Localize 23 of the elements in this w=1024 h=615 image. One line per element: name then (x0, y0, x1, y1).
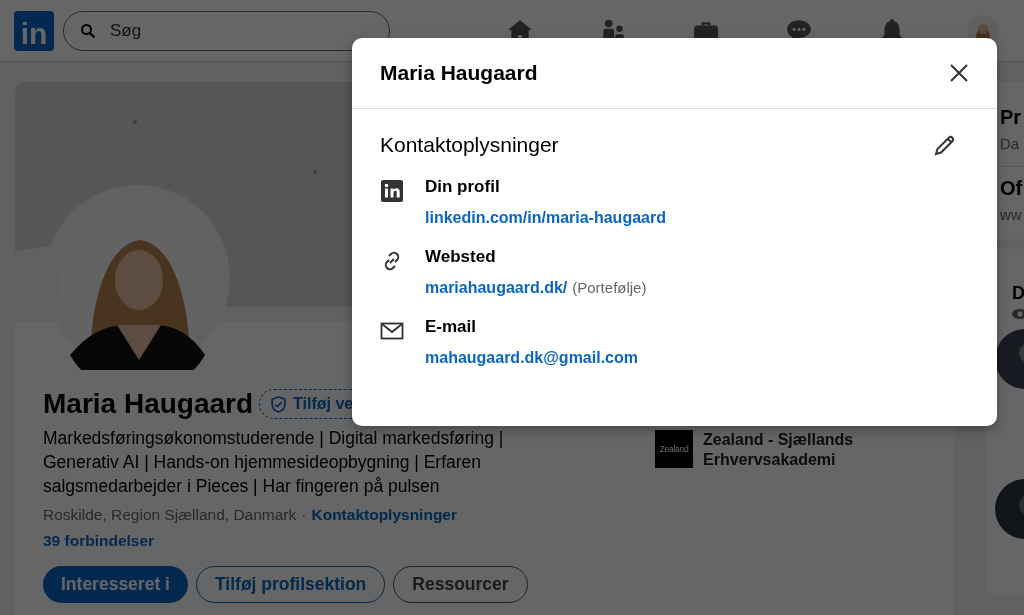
profile-name: Maria Haugaard (43, 388, 254, 420)
side-subtitle: ww (1000, 206, 1023, 223)
shield-icon (270, 395, 288, 413)
connections-link[interactable]: 39 forbindelser (43, 532, 643, 550)
profile-action-button[interactable]: Interesseret i (43, 566, 188, 603)
dialog-title: Maria Haugaard (380, 61, 538, 85)
school-name[interactable]: Zealand - Sjællands Erhvervsakademi (703, 430, 903, 470)
profile-action-button[interactable]: Tilføj profilsektion (195, 566, 386, 603)
profile-headline: Markedsføringsøkonomstuderende | Digital markedsføring | Generativ AI | Hands-on hjemmesideopbygning | Erfaren salgsmedarbejder i Pieces | Har fingeren på pulsen (43, 427, 505, 498)
linkedin-logo[interactable]: in (14, 10, 54, 51)
profile-action-button[interactable]: Ressourcer (393, 566, 528, 603)
location-text: Roskilde, Region Sjælland, Danmark (43, 506, 297, 524)
side-subtitle: Da (1000, 135, 1021, 152)
school-logo[interactable]: Zealand (655, 430, 693, 468)
search-field[interactable]: Søg (63, 10, 390, 51)
side-title: D (1012, 283, 1024, 304)
close-icon[interactable] (949, 63, 969, 83)
contact-link[interactable]: mahaugaard.dk@gmail.com (425, 349, 638, 367)
contact-label: E-mail (425, 317, 478, 337)
contact-info-link[interactable]: Kontaktoplysninger (311, 506, 457, 524)
side-title: Of (1000, 177, 1024, 200)
separator-dot: · (301, 506, 307, 524)
side-title: Pr (1000, 106, 1023, 129)
